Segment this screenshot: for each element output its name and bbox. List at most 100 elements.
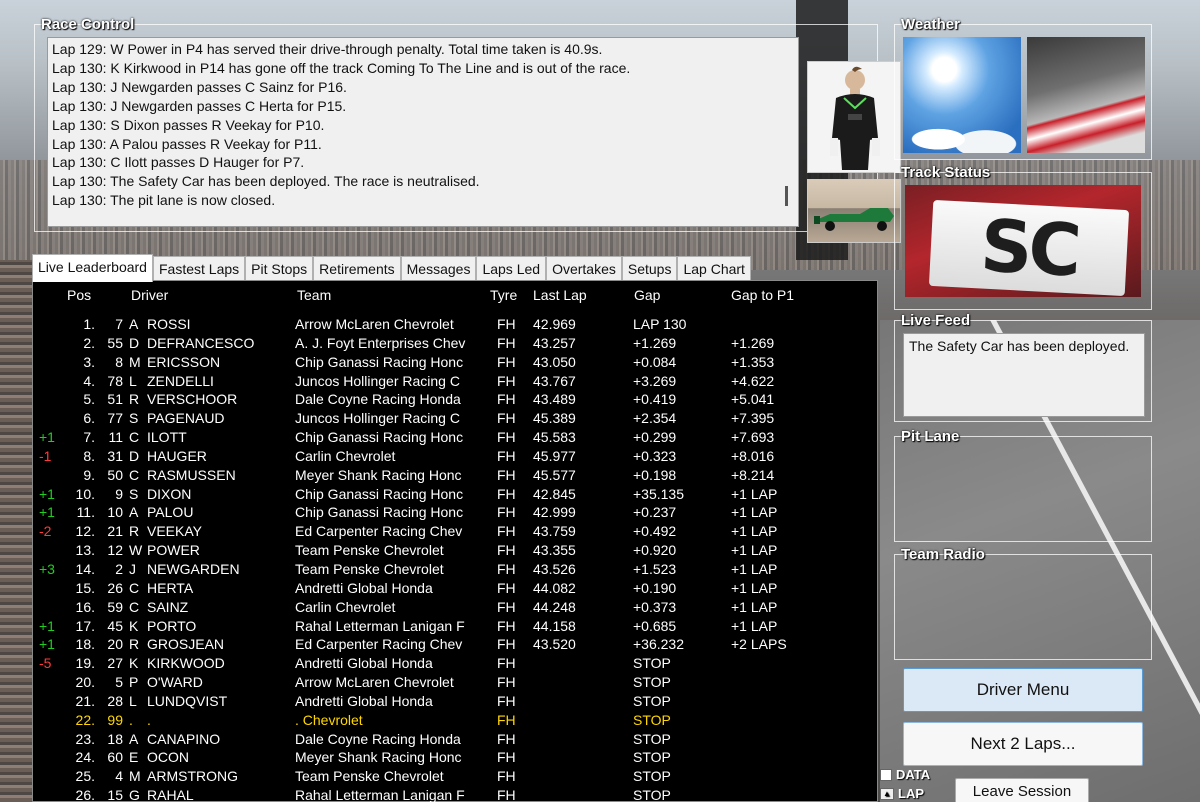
next-laps-button[interactable]: Next 2 Laps... xyxy=(903,722,1143,766)
driver-initial: C xyxy=(129,579,140,596)
leaderboard-row[interactable]: 5. 51 R VERSCHOOR Dale Coyne Racing Honda FH 4… xyxy=(33,390,877,409)
last-lap: 43.526 xyxy=(533,560,576,577)
leaderboard-row[interactable]: 2. 55 D DEFRANCESCO A. J. Foyt Enterprises C… xyxy=(33,334,877,353)
tyre-compound: FH xyxy=(497,655,516,672)
car-number: 20 xyxy=(107,636,123,653)
leaderboard-row[interactable]: -2 12. 21 R VEEKAY Ed Carpenter Racing Chev FH… xyxy=(33,522,877,541)
driver-name: POWER xyxy=(147,542,200,559)
team-name: Dale Coyne Racing Honda xyxy=(295,730,461,747)
car-number: 7 xyxy=(115,316,123,332)
leaderboard-row[interactable]: +1 18. 20 R GROSJEAN Ed Carpenter Racing Chev… xyxy=(33,635,877,654)
race-control-message: Lap 129: W Power in P4 has served their … xyxy=(52,41,603,57)
gap-to-leader: +1 LAP xyxy=(731,598,778,615)
leaderboard-row[interactable]: +3 14. 2 J NEWGARDEN Team Penske Chevrolet FH 4… xyxy=(33,560,877,579)
team-name: Team Penske Chevrolet xyxy=(295,768,444,785)
race-control-panel: Race Control Lap 129: W Power in P4 has … xyxy=(34,16,901,243)
gap-to-leader: +1 LAP xyxy=(731,542,778,559)
leaderboard-row[interactable]: 4. 78 L ZENDELLI Juncos Hollinger Racing C FH… xyxy=(33,372,877,391)
leaderboard-row[interactable]: 23. 18 A CANAPINO Dale Coyne Racing Honda FH S… xyxy=(33,730,877,749)
team-name: Andretti Global Honda xyxy=(295,692,433,709)
header-gap-to-p1[interactable]: Gap to P1 xyxy=(731,287,794,303)
gap: +36.232 xyxy=(633,636,684,653)
car-number: 11 xyxy=(108,429,123,446)
safety-car-sign: SC xyxy=(928,199,1130,297)
leaderboard-row[interactable]: +1 7. 11 C ILOTT Chip Ganassi Racing Honc FH 45… xyxy=(33,428,877,447)
team-name: Chip Ganassi Racing Honc xyxy=(295,504,464,521)
last-lap: 42.999 xyxy=(533,504,576,521)
team-name: Chip Ganassi Racing Honc xyxy=(295,353,464,370)
last-lap: 43.759 xyxy=(533,523,576,540)
data-checkbox[interactable] xyxy=(880,768,892,781)
log-scrollbar[interactable] xyxy=(785,186,788,206)
last-lap: 43.520 xyxy=(533,636,576,653)
driver-name: ILOTT xyxy=(147,429,187,446)
driver-initial: S xyxy=(129,485,139,502)
leaderboard-row[interactable]: 24. 60 E OCON Meyer Shank Racing Honc FH STOP xyxy=(33,748,877,767)
leaderboard-row[interactable]: +1 10. 9 S DIXON Chip Ganassi Racing Honc FH 42… xyxy=(33,485,877,504)
team-name: Juncos Hollinger Racing C xyxy=(295,372,460,389)
data-label: DATA xyxy=(896,767,931,782)
driver-name: GROSJEAN xyxy=(147,636,225,653)
header-tyre[interactable]: Tyre xyxy=(490,287,517,303)
tab-lap-chart[interactable]: Lap Chart xyxy=(677,256,751,282)
leaderboard-row[interactable]: 22. 99.. . Chevrolet FH STOP xyxy=(33,711,877,730)
leaderboard-row[interactable]: 1. 7 A ROSSI Arrow McLaren Chevrolet FH 42.969… xyxy=(33,315,877,334)
tab-messages[interactable]: Messages xyxy=(400,256,477,282)
last-lap: 44.158 xyxy=(533,617,576,634)
team-name: Meyer Shank Racing Honc xyxy=(295,749,462,766)
tyre-compound: FH xyxy=(497,560,516,577)
team-name: Rahal Letterman Lanigan F xyxy=(295,617,465,634)
leaderboard-row[interactable]: 3. 8 M ERICSSON Chip Ganassi Racing Honc FH 43… xyxy=(33,353,877,372)
race-control-log[interactable]: Lap 129: W Power in P4 has served their … xyxy=(47,37,799,227)
tyre-compound: FH xyxy=(497,542,516,559)
leaderboard-row[interactable]: 21. 28 L LUNDQVIST Andretti Global Honda FH ST… xyxy=(33,692,877,711)
driver-name: VEEKAY xyxy=(147,523,202,540)
gap: +0.198 xyxy=(633,466,677,483)
tab-setups[interactable]: Setups xyxy=(621,256,678,282)
tab-pit-stops[interactable]: Pit Stops xyxy=(245,256,314,282)
leaderboard-row[interactable]: 26. 15 G RAHAL Rahal Letterman Lanigan F FH ST… xyxy=(33,786,877,802)
leaderboard-row[interactable]: 20. 5 P O'WARD Arrow McLaren Chevrolet FH STOP xyxy=(33,673,877,692)
leaderboard-row[interactable]: 16. 59 C SAINZ Carlin Chevrolet FH 44.248 +0.37… xyxy=(33,598,877,617)
header-driver[interactable]: Driver xyxy=(131,287,168,303)
team-name: Arrow McLaren Chevrolet xyxy=(295,316,454,332)
leaderboard-row[interactable]: 9. 50 C RASMUSSEN Meyer Shank Racing Honc FH 4… xyxy=(33,466,877,485)
header-pos[interactable]: Pos xyxy=(67,287,91,303)
header-last-lap[interactable]: Last Lap xyxy=(533,287,587,303)
live-feed-panel: Live Feed The Safety Car has been deploy… xyxy=(894,312,1152,422)
last-lap: 42.845 xyxy=(533,485,576,502)
leaderboard-row[interactable]: -5 19. 27 K KIRKWOOD Andretti Global Honda FH S… xyxy=(33,654,877,673)
header-team[interactable]: Team xyxy=(297,287,331,303)
driver-initial: L xyxy=(129,692,137,709)
leaderboard-row[interactable]: 13. 12 W POWER Team Penske Chevrolet FH 43.355… xyxy=(33,541,877,560)
last-lap: 45.389 xyxy=(533,410,576,427)
tab-overtakes[interactable]: Overtakes xyxy=(546,256,622,282)
weather-panel: Weather xyxy=(894,16,1152,160)
tab-retirements[interactable]: Retirements xyxy=(313,256,401,282)
header-gap[interactable]: Gap xyxy=(634,287,660,303)
team-name: Rahal Letterman Lanigan F xyxy=(295,787,465,802)
gap-to-leader: +1 LAP xyxy=(731,523,778,540)
leaderboard-row[interactable]: -1 8. 31 D HAUGER Carlin Chevrolet FH 45.977 +0.… xyxy=(33,447,877,466)
driver-name: RAHAL xyxy=(147,787,194,802)
team-name: Team Penske Chevrolet xyxy=(295,542,444,559)
race-control-message: Lap 130: K Kirkwood in P14 has gone off … xyxy=(52,59,631,76)
car-number: 60 xyxy=(107,749,123,766)
position: 15. xyxy=(75,579,95,596)
leave-session-button[interactable]: Leave Session xyxy=(955,778,1089,802)
car-number: 9 xyxy=(115,485,123,502)
leaderboard-row[interactable]: 15. 26 C HERTA Andretti Global Honda FH 44.082… xyxy=(33,579,877,598)
driver-menu-button[interactable]: Driver Menu xyxy=(903,668,1143,712)
tab-fastest-laps[interactable]: Fastest Laps xyxy=(152,256,246,282)
leaderboard-row[interactable]: +1 11. 10 A PALOU Chip Ganassi Racing Honc FH 4… xyxy=(33,503,877,522)
driver-name: VERSCHOOR xyxy=(147,391,238,408)
leaderboard-row[interactable]: 6. 77 S PAGENAUD Juncos Hollinger Racing C FH… xyxy=(33,409,877,428)
leaderboard-row[interactable]: +1 17. 45 K PORTO Rahal Letterman Lanigan F FH… xyxy=(33,617,877,636)
lap-spinner-up-icon[interactable]: ▲ xyxy=(880,787,894,800)
tab-laps-led[interactable]: Laps Led xyxy=(476,256,547,282)
driver-initial: A xyxy=(129,730,139,747)
driver-initial: A xyxy=(129,316,139,332)
leaderboard-row[interactable]: 25. 4 M ARMSTRONG Team Penske Chevrolet FH STO… xyxy=(33,767,877,786)
gap-to-leader: +8.016 xyxy=(731,447,775,464)
tab-live-leaderboard[interactable]: Live Leaderboard xyxy=(32,254,153,282)
